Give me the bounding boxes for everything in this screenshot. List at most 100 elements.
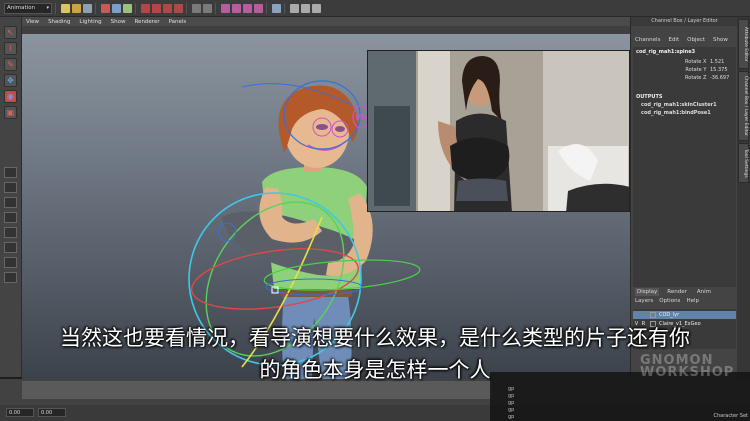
- layer-row[interactable]: COD_lyr: [633, 311, 736, 319]
- channel-attribute[interactable]: Rotate Z -36.697: [685, 75, 732, 81]
- select-component-icon[interactable]: [123, 3, 132, 13]
- output-node[interactable]: cod_rig_mah1:skinCluster1: [641, 102, 717, 108]
- graph-layout-icon[interactable]: [4, 212, 17, 223]
- select-hierarchy-icon[interactable]: [101, 3, 110, 13]
- reference-footage: [368, 51, 629, 211]
- scale-tool-icon[interactable]: ▣: [4, 106, 17, 119]
- custom-layout-icon[interactable]: [4, 272, 17, 283]
- ipr-render-icon[interactable]: [232, 3, 241, 13]
- sidebar-toggle-icon[interactable]: [290, 3, 299, 13]
- two-pane-layout-icon[interactable]: [4, 197, 17, 208]
- hypershade-icon[interactable]: [254, 3, 263, 13]
- layer-color-swatch[interactable]: [650, 321, 656, 327]
- sidebar-toggle-icon[interactable]: [312, 3, 321, 13]
- sidebar-toggle-icon[interactable]: [301, 3, 310, 13]
- toolbar-divider: [215, 2, 216, 14]
- open-scene-icon[interactable]: [72, 3, 81, 13]
- select-object-icon[interactable]: [112, 3, 121, 13]
- custom-layout-icon[interactable]: [4, 257, 17, 268]
- layer-menu-layers[interactable]: Layers: [635, 298, 653, 304]
- graph-curve-item[interactable]: gp: [508, 386, 514, 392]
- tab-tool-settings[interactable]: Tool Settings: [738, 143, 749, 183]
- channel-box-title: Channel Box / Layer Editor: [631, 17, 738, 26]
- four-pane-layout-icon[interactable]: [4, 182, 17, 193]
- paint-select-tool-icon[interactable]: ✎: [4, 58, 17, 71]
- channel-attribute[interactable]: Rotate X 1.521: [685, 59, 732, 65]
- outputs-header: OUTPUTS: [636, 94, 663, 100]
- graph-curve-item[interactable]: gp: [508, 393, 514, 399]
- range-start-field[interactable]: 0.00: [6, 408, 34, 417]
- toolbar-divider: [95, 2, 96, 14]
- channel-box-menu-object[interactable]: Object: [687, 37, 705, 43]
- history-icon[interactable]: [192, 3, 201, 13]
- main-toolbar: Animation ▾: [0, 0, 750, 17]
- character-legs: [282, 295, 352, 379]
- channel-box-panel: Channel Box / Layer Editor Channels Edit…: [630, 17, 738, 379]
- snap-grid-icon[interactable]: [141, 3, 150, 13]
- character-set-label[interactable]: Character Set: [714, 413, 749, 419]
- channel-value[interactable]: -36.697: [708, 75, 732, 81]
- channel-box-menu-show[interactable]: Show: [713, 37, 728, 43]
- range-inner-start-field[interactable]: 0.00: [38, 408, 66, 417]
- tab-attribute-editor[interactable]: Attribute Editor: [738, 19, 749, 69]
- reference-video: [367, 50, 630, 212]
- layer-editor-menu: Layers Options Help: [635, 298, 699, 304]
- tab-display[interactable]: Display: [635, 288, 660, 296]
- channel-value[interactable]: 15.375: [708, 67, 732, 73]
- graph-curve-item[interactable]: gp: [508, 407, 514, 413]
- layer-playback-toggle[interactable]: R: [640, 321, 647, 327]
- layer-list: COD_lyr V R Claire_v1_ExGeo: [633, 309, 736, 349]
- layer-name[interactable]: Claire_v1_ExGeo: [659, 321, 701, 327]
- layer-menu-help[interactable]: Help: [686, 298, 699, 304]
- tab-channel-box[interactable]: Channel Box / Layer Editor: [738, 71, 749, 141]
- channel-attribute[interactable]: Rotate Y 15.375: [685, 67, 732, 73]
- output-node[interactable]: cod_rig_mah1:bindPose1: [641, 110, 711, 116]
- time-ruler[interactable]: [22, 381, 492, 399]
- render-settings-icon[interactable]: [243, 3, 252, 13]
- input-ops-icon[interactable]: [203, 3, 212, 13]
- selected-node-name[interactable]: cod_rig_mah1:spine3: [636, 49, 695, 55]
- watermark: GNOMON WORKSHOP: [640, 354, 745, 380]
- toolbar-divider: [55, 2, 56, 14]
- rotate-tool-icon[interactable]: ◉: [4, 90, 17, 103]
- lasso-tool-icon[interactable]: ⌇: [4, 42, 17, 55]
- channel-box-list: cod_rig_mah1:spine3 Rotate X 1.521 Rotat…: [633, 47, 736, 287]
- snap-curve-icon[interactable]: [152, 3, 161, 13]
- perspective-viewport[interactable]: View Shading Lighting Show Renderer Pane…: [22, 17, 630, 379]
- hypershade-layout-icon[interactable]: [4, 242, 17, 253]
- snap-plane-icon[interactable]: [174, 3, 183, 13]
- snap-point-icon[interactable]: [163, 3, 172, 13]
- layer-editor-tabs: Display Render Anim: [635, 288, 713, 296]
- channel-label: Rotate Y: [685, 67, 707, 73]
- graph-curve-item[interactable]: gp: [508, 414, 514, 420]
- layer-name[interactable]: COD_lyr: [659, 312, 679, 318]
- toolbar-divider: [135, 2, 136, 14]
- chevron-down-icon: ▾: [46, 4, 49, 11]
- watermark-line: WORKSHOP: [640, 365, 735, 380]
- save-scene-icon[interactable]: [83, 3, 92, 13]
- outliner-layout-icon[interactable]: [4, 227, 17, 238]
- layer-row[interactable]: V R Claire_v1_ExGeo: [633, 320, 736, 328]
- render-frame-icon[interactable]: [221, 3, 230, 13]
- character-eye: [335, 126, 345, 132]
- move-tool-icon[interactable]: ✥: [4, 74, 17, 87]
- tab-render[interactable]: Render: [665, 288, 689, 296]
- channel-box-menu-edit[interactable]: Edit: [668, 37, 679, 43]
- side-tab-strip: Attribute Editor Channel Box / Layer Edi…: [737, 17, 750, 379]
- channel-value[interactable]: 1.521: [708, 59, 732, 65]
- channel-label: Rotate Z: [685, 75, 707, 81]
- channel-label: Rotate X: [685, 59, 707, 65]
- layer-menu-options[interactable]: Options: [659, 298, 680, 304]
- toolbar-divider: [284, 2, 285, 14]
- channel-box-menu-channels[interactable]: Channels: [635, 37, 660, 43]
- layer-visibility-toggle[interactable]: V: [633, 321, 640, 327]
- menu-set-dropdown[interactable]: Animation ▾: [4, 2, 52, 14]
- single-pane-layout-icon[interactable]: [4, 167, 17, 178]
- graph-curve-item[interactable]: gp: [508, 400, 514, 406]
- layer-color-swatch[interactable]: [650, 312, 656, 318]
- tab-anim[interactable]: Anim: [695, 288, 713, 296]
- select-tool-icon[interactable]: ↖: [4, 26, 17, 39]
- render-view-icon[interactable]: [272, 3, 281, 13]
- channel-box-menu: Channels Edit Object Show: [635, 37, 728, 43]
- new-scene-icon[interactable]: [61, 3, 70, 13]
